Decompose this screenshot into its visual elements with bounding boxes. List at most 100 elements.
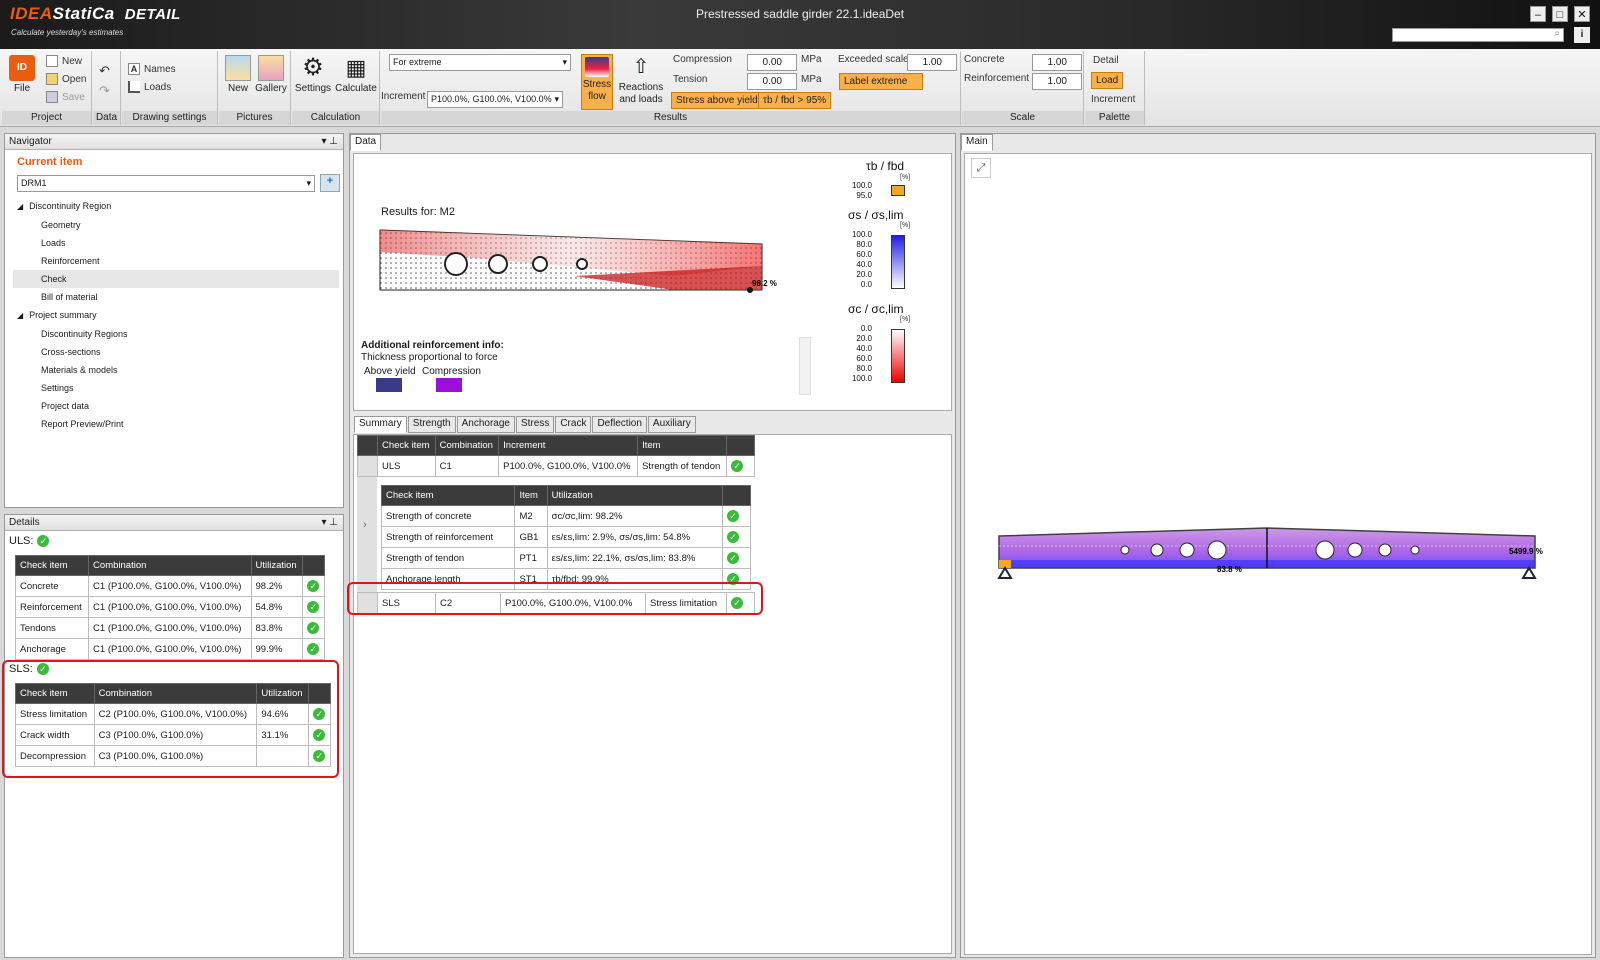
table-cell: Tendons <box>14 617 90 639</box>
table-row[interactable]: Anchorage C1 (P100.0%, G100.0%, V100.0%) 9… <box>14 638 325 660</box>
open-icon <box>46 73 58 85</box>
minimize-button[interactable]: – <box>1530 6 1546 22</box>
expand-icon[interactable]: › <box>363 519 367 531</box>
exceeded-scale-input[interactable]: 1.00 <box>907 54 957 71</box>
current-item-select[interactable]: DRM1 <box>17 175 315 192</box>
tree-item[interactable]: Materials & models <box>13 361 339 379</box>
table-row[interactable]: Strength of tendon PT1 εs/εs,lim: 22.1%, σ… <box>380 547 751 569</box>
group-calculation: ⚙ Settings ▦ Calculate Calculation <box>292 51 380 125</box>
data-panel: Data Results for: M2 98.2 % Additional r… <box>349 133 956 958</box>
tab-main[interactable]: Main <box>961 134 993 151</box>
uls-summary-row[interactable]: ULS C1 P100.0%, G100.0%, V100.0% Strengt… <box>357 455 755 477</box>
check-ok-icon: ✓ <box>307 601 320 613</box>
tree-group-node[interactable]: ◢ Project summary <box>13 306 339 325</box>
tab-auxiliary[interactable]: Auxiliary <box>647 416 696 433</box>
concrete-scale-input[interactable]: 1.00 <box>1032 54 1082 71</box>
table-row[interactable]: Reinforcement C1 (P100.0%, G100.0%, V100.… <box>14 596 325 618</box>
table-row[interactable]: Strength of reinforcement GB1 εs/εs,lim: 2… <box>380 526 751 548</box>
check-ok-icon: ✓ <box>307 622 320 634</box>
uls-sub-table: Check item Item Utilization Strength of … <box>380 485 751 590</box>
tree-item[interactable]: Settings <box>13 379 339 397</box>
legend-value: 80.0 <box>856 240 872 249</box>
tree-item[interactable]: Geometry <box>13 216 339 234</box>
collapse-icon[interactable]: ◢ <box>17 202 23 211</box>
tab-strength[interactable]: Strength <box>407 416 456 433</box>
uls-item: Strength of tendon <box>637 455 727 477</box>
increment-select[interactable]: P100.0%, G100.0%, V100.0% <box>427 91 563 108</box>
ribbon: ID File New Open Save Project ↶ ↷ Data AN… <box>0 49 1600 127</box>
search-input[interactable]: ⌕ <box>1392 28 1564 42</box>
maximize-button[interactable]: □ <box>1552 6 1568 22</box>
reactions-button[interactable]: ⇧ Reactions and loads <box>617 54 665 106</box>
names-button[interactable]: A Names <box>128 63 176 75</box>
loads-button[interactable]: Loads <box>128 81 171 93</box>
navigator-panel: Navigator▾ ⊥ Current item DRM1 + ◢Discon… <box>4 133 344 508</box>
save-button[interactable]: Save <box>46 91 85 103</box>
palette-increment[interactable]: Increment <box>1091 94 1135 105</box>
above-yield-swatch <box>376 378 402 392</box>
table-cell: Strength of reinforcement <box>380 526 516 548</box>
table-row[interactable]: Strength of concrete M2 σc/σc,lim: 98.2% ✓ <box>380 505 751 527</box>
table-row[interactable]: Tendons C1 (P100.0%, G100.0%, V100.0%) 83.… <box>14 617 325 639</box>
tab-data[interactable]: Data <box>350 134 382 151</box>
fit-view-icon[interactable]: ⤢ <box>971 158 991 178</box>
uls-cell: ULS <box>377 455 436 477</box>
legend-value: 80.0 <box>856 364 872 373</box>
stress-above-yield-toggle[interactable]: Stress above yield <box>671 92 763 109</box>
scrollbar[interactable] <box>799 337 811 395</box>
gallery-button[interactable]: Gallery <box>255 55 287 95</box>
add-info-title: Additional reinforcement info: <box>361 340 504 351</box>
highlight-sls-summary <box>347 582 763 615</box>
navigator-header: Navigator ▾ ⊥ <box>5 134 343 150</box>
redo-icon[interactable]: ↷ <box>99 83 110 99</box>
stress-flow-button[interactable]: Stress flow <box>581 54 613 110</box>
file-button[interactable]: ID File <box>6 55 38 95</box>
uls-combination: C1 <box>434 455 500 477</box>
concrete-label: Concrete <box>964 54 1005 65</box>
tree-item[interactable]: Cross-sections <box>13 343 339 361</box>
collapse-icon[interactable]: ◢ <box>17 311 23 320</box>
reinforcement-scale-input[interactable]: 1.00 <box>1032 73 1082 90</box>
tab-anchorage[interactable]: Anchorage <box>456 416 515 433</box>
tension-input[interactable]: 0.00 <box>747 73 797 90</box>
tree-item[interactable]: Reinforcement <box>13 252 339 270</box>
status-cell: ✓ <box>302 638 325 660</box>
pin-icon[interactable]: ▾ ⊥ <box>321 515 338 530</box>
tree-item[interactable]: Check <box>13 270 339 288</box>
palette-detail[interactable]: Detail <box>1093 55 1119 66</box>
main-panel: Main ⤢ 83.8 % 5499.9 % <box>960 133 1596 958</box>
tree-item[interactable]: Bill of material <box>13 288 339 306</box>
col-status <box>722 485 751 506</box>
settings-button[interactable]: ⚙ Settings <box>294 55 332 95</box>
palette-load[interactable]: Load <box>1091 72 1124 89</box>
compression-input[interactable]: 0.00 <box>747 54 797 71</box>
tree-item[interactable]: Report Preview/Print <box>13 415 339 433</box>
window-title: Prestressed saddle girder 22.1.ideaDet <box>695 7 905 21</box>
tree-group-node[interactable]: ◢ Discontinuity Region <box>13 197 339 216</box>
title-bar: IDEAStatiCa DETAIL Calculate yesterday's … <box>0 0 1600 49</box>
tab-deflection[interactable]: Deflection <box>592 416 647 433</box>
calculate-button[interactable]: ▦ Calculate <box>334 55 378 95</box>
tb-fbd-toggle[interactable]: τb / fbd > 95% <box>758 92 832 109</box>
extreme-select[interactable]: For extreme <box>389 54 571 71</box>
tree-item[interactable]: Discontinuity Regions <box>13 325 339 343</box>
undo-icon[interactable]: ↶ <box>99 63 110 79</box>
picture-new-button[interactable]: New <box>223 55 253 95</box>
tab-crack[interactable]: Crack <box>555 416 592 433</box>
pin-icon[interactable]: ▾ ⊥ <box>321 134 338 149</box>
label-extreme-toggle[interactable]: Label extreme <box>839 73 923 90</box>
add-item-button[interactable]: + <box>320 174 340 192</box>
new-button[interactable]: New <box>46 55 82 67</box>
tree-item[interactable]: Loads <box>13 234 339 252</box>
tab-summary[interactable]: Summary <box>354 416 407 433</box>
search-icon: ⌕ <box>1554 28 1560 39</box>
tab-stress[interactable]: Stress <box>515 416 555 433</box>
info-icon[interactable]: i <box>1574 27 1590 43</box>
open-button[interactable]: Open <box>46 73 86 85</box>
table-cell: Reinforcement <box>14 596 90 618</box>
close-button[interactable]: ✕ <box>1574 6 1590 22</box>
loads-icon <box>128 81 140 93</box>
table-row[interactable]: Concrete C1 (P100.0%, G100.0%, V100.0%) 98… <box>14 575 325 597</box>
table-cell: 83.8% <box>250 617 304 639</box>
tree-item[interactable]: Project data <box>13 397 339 415</box>
